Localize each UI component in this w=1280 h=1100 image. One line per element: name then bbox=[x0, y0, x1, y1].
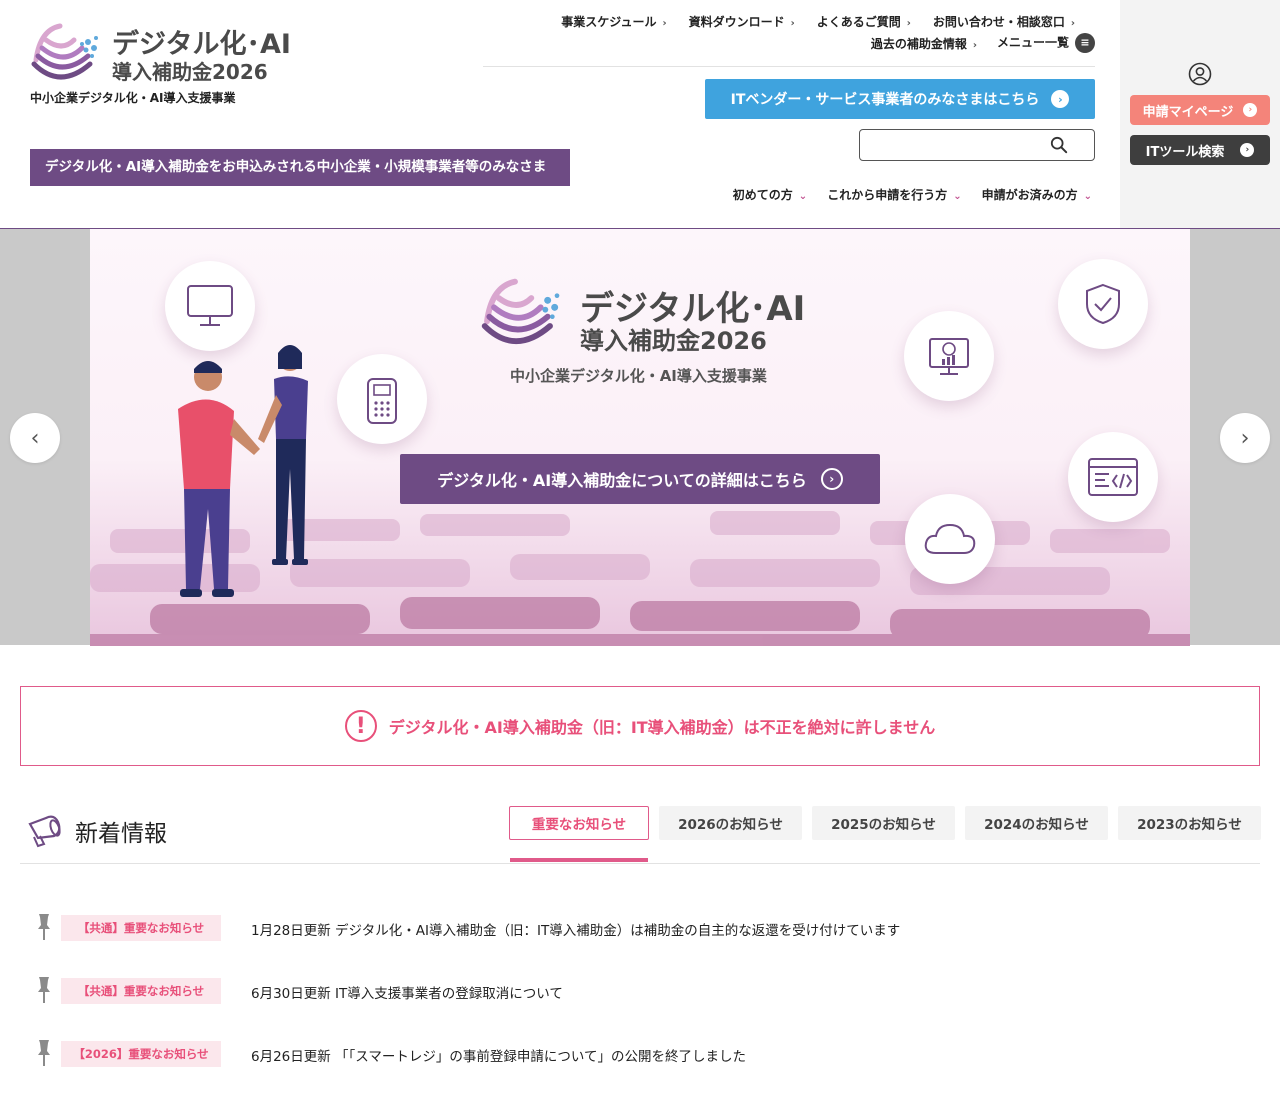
tab-2026[interactable]: 2026のお知らせ bbox=[659, 806, 802, 840]
pin-icon bbox=[38, 1040, 50, 1066]
hero-tagline: 中小企業デジタル化・AI導入支援事業 bbox=[510, 367, 767, 385]
hero-logo-mark-icon bbox=[481, 278, 560, 345]
tab-2023[interactable]: 2023のお知らせ bbox=[1118, 806, 1261, 840]
chevron-right-icon: › bbox=[1240, 425, 1250, 451]
monitor-icon bbox=[165, 261, 255, 351]
account-panel: 申請マイページ › ITツール検索 › bbox=[1120, 0, 1280, 228]
chevron-down-icon: ⌄ bbox=[1083, 191, 1092, 202]
hero-carousel: デジタル化･AI 導入補助金2026 中小企業デジタル化・AI導入支援事業 デジ… bbox=[0, 228, 1280, 646]
mypage-button[interactable]: 申請マイページ › bbox=[1130, 95, 1270, 125]
code-window-icon bbox=[1068, 432, 1158, 522]
pin-icon bbox=[38, 914, 50, 940]
nav-menu-list[interactable]: メニュー一覧 ≡ bbox=[997, 33, 1095, 53]
nav-first-time[interactable]: 初めての方 ⌄ bbox=[733, 186, 807, 203]
search-box bbox=[859, 129, 1095, 161]
nav-faq[interactable]: よくあるご質問 › bbox=[817, 13, 911, 30]
nav-downloads[interactable]: 資料ダウンロード › bbox=[689, 13, 795, 30]
megaphone-icon bbox=[28, 815, 61, 848]
fraud-warning-text: デジタル化・AI導入補助金（旧：IT導入補助金）は不正を絶対に許しません bbox=[388, 718, 936, 737]
search-icon[interactable] bbox=[1050, 136, 1068, 154]
list-item[interactable]: 【共通】重要なお知らせ 1月28日更新 デジタル化・AI導入補助金（旧：IT導入… bbox=[20, 895, 1260, 958]
nav-schedule[interactable]: 事業スケジュール › bbox=[561, 13, 666, 30]
header-divider bbox=[483, 66, 1095, 67]
nav-applying[interactable]: これから申請を行う方 ⌄ bbox=[827, 186, 961, 203]
news-header: 新着情報 重要なお知らせ 2026のお知らせ 2025のお知らせ 2024のお知… bbox=[20, 800, 1261, 864]
chevron-right-icon: › bbox=[1070, 18, 1075, 29]
news-link[interactable]: 6月26日更新 「「スマートレジ」の事前登録申請について」の公開を終了しました bbox=[251, 1045, 746, 1065]
carousel-next-button[interactable]: › bbox=[1220, 413, 1270, 463]
pin-icon bbox=[38, 977, 50, 1003]
nav-contact[interactable]: お問い合わせ・相談窓口 › bbox=[933, 13, 1075, 30]
list-item[interactable]: 【2026】重要なお知らせ 6月26日更新 「「スマートレジ」の事前登録申請につ… bbox=[20, 1021, 1260, 1084]
logo-tagline: 中小企業デジタル化・AI導入支援事業 bbox=[30, 91, 236, 105]
news-tabs: 重要なお知らせ 2026のお知らせ 2025のお知らせ 2024のお知らせ 20… bbox=[509, 806, 1261, 840]
site-header: デジタル化･AI 導入補助金2026 中小企業デジタル化・AI導入支援事業 デジ… bbox=[0, 0, 1280, 228]
yen-chart-icon bbox=[904, 311, 994, 401]
hero-logo-subtitle: 導入補助金2026 bbox=[580, 327, 767, 355]
hero-slide[interactable]: デジタル化･AI 導入補助金2026 中小企業デジタル化・AI導入支援事業 デジ… bbox=[90, 229, 1190, 646]
exclamation-icon: ! bbox=[344, 710, 377, 742]
payment-terminal-icon bbox=[337, 354, 427, 444]
vendor-button[interactable]: ITベンダー・サービス事業者のみなさまはこちら › bbox=[705, 79, 1095, 119]
utility-nav: 事業スケジュール › 資料ダウンロード › よくあるご質問 › お問い合わせ・相談窓口… bbox=[561, 13, 1075, 30]
user-icon[interactable] bbox=[1188, 62, 1212, 86]
chevron-right-icon: › bbox=[906, 18, 911, 29]
news-category-badge: 【共通】重要なお知らせ bbox=[61, 915, 221, 941]
nav-applied[interactable]: 申請がお済みの方 ⌄ bbox=[982, 186, 1092, 203]
utility-nav-secondary: 過去の補助金情報 › メニュー一覧 ≡ bbox=[871, 33, 1095, 53]
news-list: 【共通】重要なお知らせ 1月28日更新 デジタル化・AI導入補助金（旧：IT導入… bbox=[20, 895, 1260, 1084]
arrow-right-circle-icon: › bbox=[1240, 143, 1255, 157]
chevron-right-icon: › bbox=[972, 39, 977, 51]
site-logo[interactable]: デジタル化･AI 導入補助金2026 bbox=[30, 20, 310, 86]
arrow-right-circle-icon: › bbox=[1051, 90, 1070, 108]
nav-past-subsidies[interactable]: 過去の補助金情報 › bbox=[871, 35, 977, 52]
active-tab-indicator bbox=[510, 858, 648, 862]
main-nav: 初めての方 ⌄ これから申請を行う方 ⌄ 申請がお済みの方 ⌄ bbox=[733, 186, 1092, 203]
tab-2024[interactable]: 2024のお知らせ bbox=[965, 806, 1108, 840]
news-link[interactable]: 6月30日更新 IT導入支援事業者の登録取消について bbox=[251, 982, 563, 1002]
list-item[interactable]: 【共通】重要なお知らせ 6月30日更新 IT導入支援事業者の登録取消について bbox=[20, 958, 1260, 1021]
chevron-right-icon: › bbox=[790, 18, 795, 29]
search-input[interactable] bbox=[866, 134, 1046, 156]
news-category-badge: 【2026】重要なお知らせ bbox=[61, 1041, 221, 1067]
people-illustration bbox=[178, 345, 308, 597]
arrow-right-circle-icon: › bbox=[820, 468, 843, 490]
shield-icon bbox=[1058, 259, 1148, 349]
chevron-right-icon: › bbox=[662, 18, 667, 29]
logo-subtitle: 導入補助金2026 bbox=[112, 60, 268, 84]
chevron-down-icon: ⌄ bbox=[798, 191, 808, 202]
audience-banner: デジタル化・AI導入補助金をお申込みされる中小企業・小規模事業者等のみなさま bbox=[30, 149, 570, 186]
carousel-prev-button[interactable]: ‹ bbox=[10, 413, 60, 463]
menu-icon: ≡ bbox=[1075, 33, 1095, 53]
news-title: 新着情報 bbox=[75, 821, 167, 847]
news-link[interactable]: 1月28日更新 デジタル化・AI導入補助金（旧：IT導入補助金）は補助金の自主的… bbox=[251, 919, 900, 939]
chevron-down-icon: ⌄ bbox=[953, 191, 962, 202]
cloud-icon bbox=[905, 494, 995, 584]
it-tool-search-button[interactable]: ITツール検索 › bbox=[1130, 135, 1270, 165]
tab-important[interactable]: 重要なお知らせ bbox=[509, 806, 649, 840]
hero-details-button[interactable]: デジタル化・AI導入補助金についての詳細はこちら › bbox=[400, 454, 880, 504]
chevron-left-icon: ‹ bbox=[30, 425, 40, 451]
news-category-badge: 【共通】重要なお知らせ bbox=[61, 978, 221, 1004]
arrow-right-circle-icon: › bbox=[1243, 103, 1258, 117]
fraud-warning-banner[interactable]: ! デジタル化・AI導入補助金（旧：IT導入補助金）は不正を絶対に許しません bbox=[20, 686, 1260, 766]
logo-mark-icon bbox=[31, 23, 98, 80]
tab-2025[interactable]: 2025のお知らせ bbox=[812, 806, 955, 840]
